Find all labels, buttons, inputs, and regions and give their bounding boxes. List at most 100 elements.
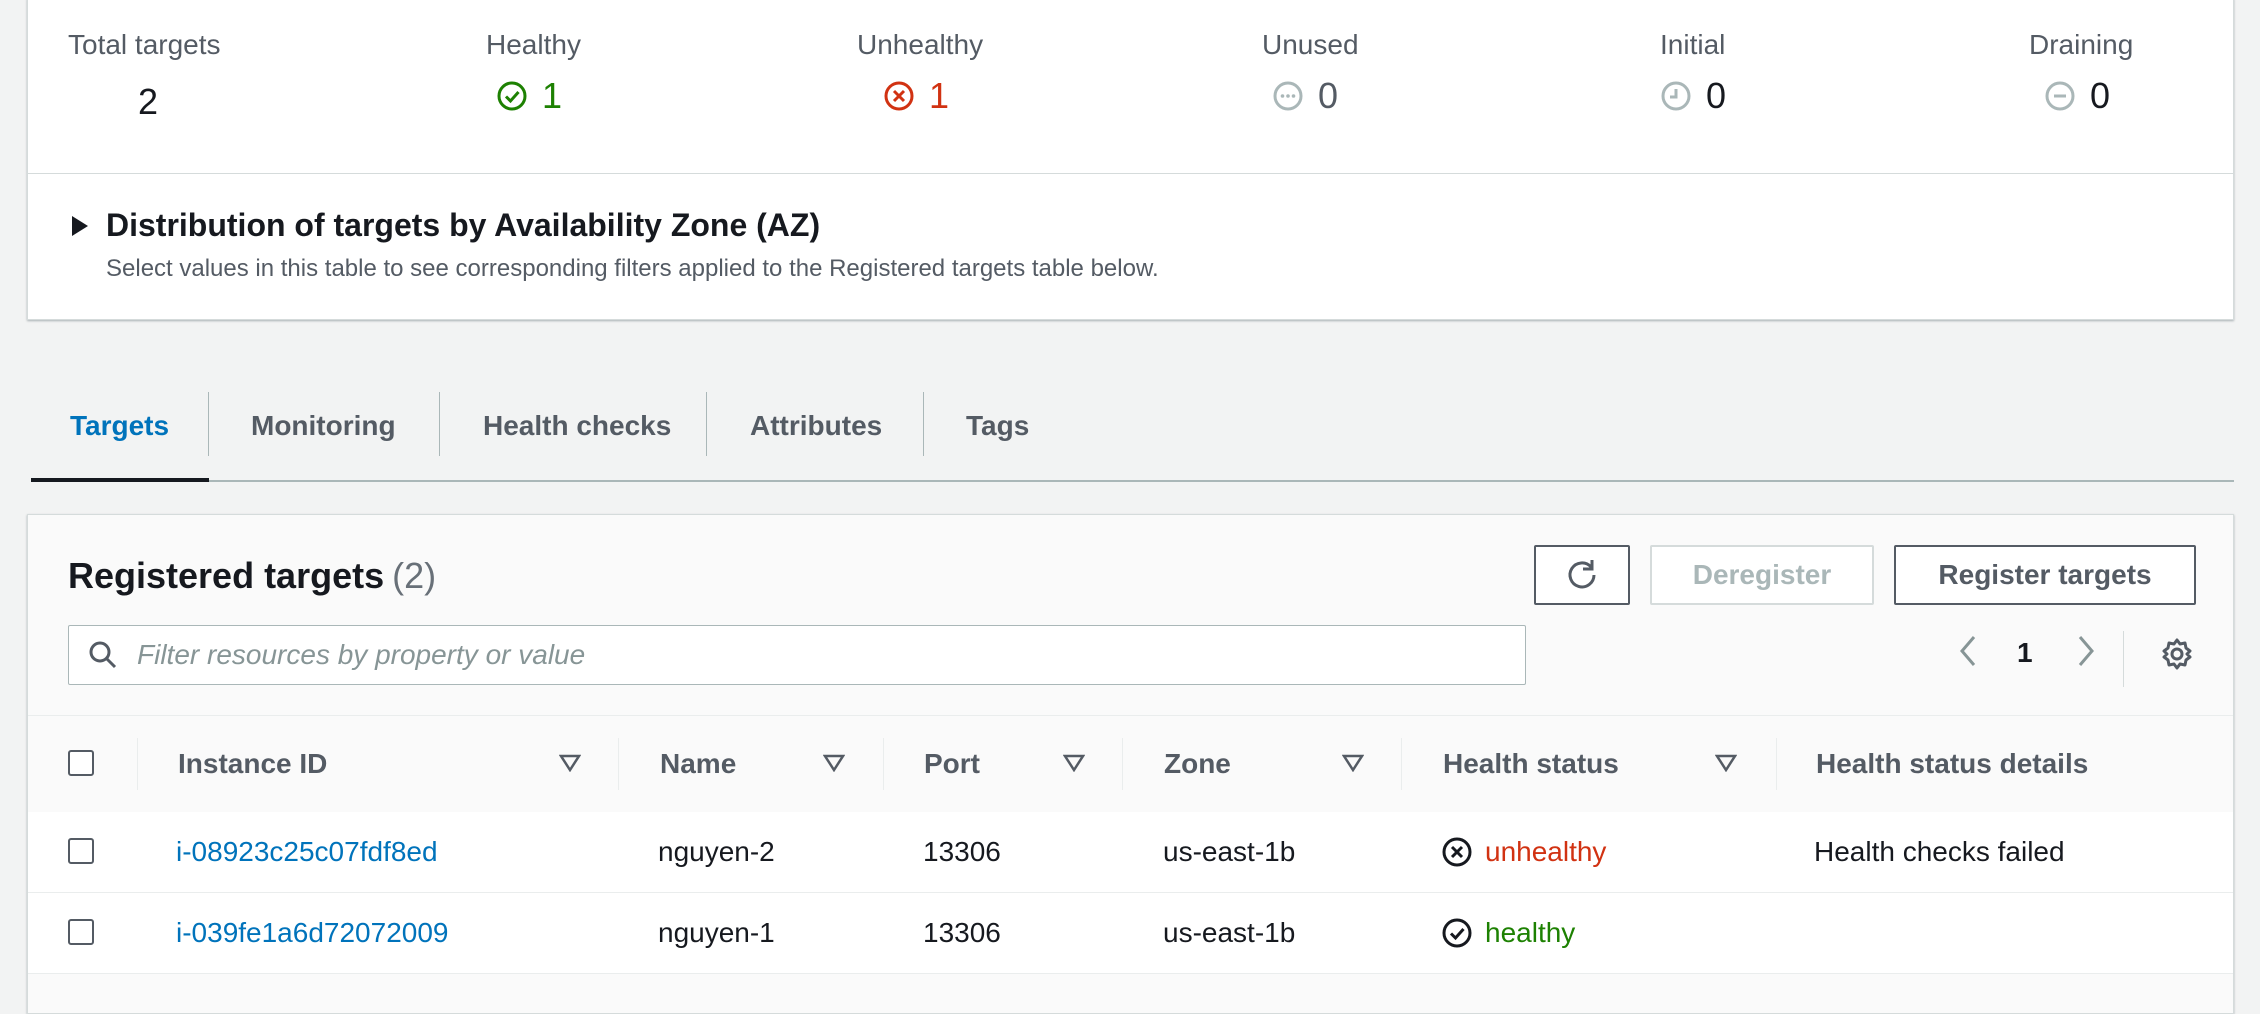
- instance-name: nguyen-1: [658, 917, 775, 948]
- refresh-icon: [1568, 560, 1596, 589]
- draining-value: 0: [2090, 75, 2111, 116]
- chevron-right-icon: [2078, 636, 2094, 666]
- healthy-metric: Healthy 1: [486, 29, 581, 117]
- tab-tags[interactable]: Tags: [966, 410, 1029, 442]
- column-header-zone[interactable]: Zone: [1164, 748, 1231, 780]
- row-checkbox[interactable]: [68, 838, 94, 864]
- caret-right-icon: [72, 215, 88, 236]
- tab-separator: [923, 392, 924, 456]
- initial-value: 0: [1706, 75, 1727, 116]
- page-number[interactable]: 1: [2017, 637, 2033, 669]
- health-status: healthy: [1441, 917, 1575, 949]
- unused-value: 0: [1318, 75, 1339, 116]
- table-row[interactable]: i-08923c25c07fdf8ed nguyen-2 13306 us-ea…: [28, 812, 2233, 893]
- unused-label: Unused: [1262, 29, 1359, 60]
- table-row[interactable]: i-039fe1a6d72072009 nguyen-1 13306 us-ea…: [28, 893, 2233, 974]
- tab-attributes[interactable]: Attributes: [750, 410, 882, 442]
- check-circle-icon: [1442, 918, 1472, 948]
- refresh-button[interactable]: [1534, 545, 1630, 605]
- unused-metric: Unused 0: [1262, 29, 1359, 117]
- unhealthy-value: 1: [929, 75, 950, 116]
- ellipsis-circle-icon: [1273, 81, 1303, 111]
- previous-page-button[interactable]: [1956, 633, 1980, 669]
- column-header-instance-id[interactable]: Instance ID: [178, 748, 327, 780]
- filter-input[interactable]: [135, 638, 1439, 672]
- target-summary-panel: Total targets 2 Healthy 1 Unhealthy 1 Un…: [27, 0, 2234, 320]
- healthy-value: 1: [542, 75, 563, 116]
- column-separator: [1122, 738, 1123, 790]
- instance-id-link[interactable]: i-039fe1a6d72072009: [176, 917, 448, 949]
- draining-value-row: 0: [2044, 75, 2133, 117]
- instance-zone: us-east-1b: [1163, 836, 1296, 867]
- instance-zone: us-east-1b: [1163, 917, 1296, 948]
- total-targets-value: 2: [138, 81, 159, 122]
- deregister-button[interactable]: Deregister: [1650, 545, 1874, 605]
- healthy-label: Healthy: [486, 29, 581, 60]
- initial-metric: Initial 0: [1660, 29, 1726, 117]
- column-separator: [883, 738, 884, 790]
- column-separator: [137, 738, 138, 790]
- preferences-button[interactable]: [2159, 636, 2195, 672]
- registered-targets-count: (2): [392, 555, 437, 596]
- instance-id-link[interactable]: i-08923c25c07fdf8ed: [176, 836, 438, 868]
- minus-circle-icon: [2045, 81, 2075, 111]
- draining-metric: Draining 0: [2029, 29, 2133, 117]
- select-all-checkbox[interactable]: [68, 750, 94, 776]
- tab-separator: [706, 392, 707, 456]
- instance-port: 13306: [923, 917, 1001, 948]
- column-separator: [1401, 738, 1402, 790]
- registered-targets-header: Registered targets (2): [68, 555, 436, 597]
- column-header-health-status[interactable]: Health status: [1443, 748, 1619, 780]
- draining-label: Draining: [2029, 29, 2134, 60]
- sort-icon[interactable]: [823, 754, 845, 772]
- summary-divider: [28, 173, 2233, 174]
- error-circle-icon: [1442, 837, 1472, 867]
- next-page-button[interactable]: [2074, 633, 2098, 669]
- unhealthy-metric: Unhealthy 1: [857, 29, 983, 117]
- sort-icon[interactable]: [559, 754, 581, 772]
- tabs-bar: Targets Monitoring Health checks Attribu…: [31, 370, 2234, 482]
- instance-port: 13306: [923, 836, 1001, 867]
- row-checkbox[interactable]: [68, 919, 94, 945]
- health-status-text: healthy: [1485, 917, 1576, 948]
- check-circle-icon: [497, 81, 527, 111]
- initial-label: Initial: [1660, 29, 1726, 60]
- az-distribution-description: Select values in this table to see corre…: [106, 255, 1159, 282]
- initial-value-row: 0: [1660, 75, 1726, 117]
- column-separator: [1776, 738, 1777, 790]
- tab-health-checks[interactable]: Health checks: [483, 410, 671, 442]
- tab-targets[interactable]: Targets: [70, 410, 169, 442]
- unused-value-row: 0: [1272, 75, 1359, 117]
- sort-icon[interactable]: [1063, 754, 1085, 772]
- total-targets-metric: Total targets 2: [68, 29, 221, 123]
- az-distribution-expander[interactable]: Distribution of targets by Availability …: [72, 207, 820, 244]
- tab-separator: [208, 392, 209, 456]
- column-header-name[interactable]: Name: [660, 748, 736, 780]
- filter-search-box[interactable]: [68, 625, 1526, 685]
- register-targets-button[interactable]: Register targets: [1894, 545, 2196, 605]
- pager-divider: [2123, 631, 2124, 687]
- tab-monitoring[interactable]: Monitoring: [251, 410, 396, 442]
- total-targets-label: Total targets: [68, 29, 221, 60]
- health-status-details: Health checks failed: [1814, 836, 2065, 867]
- clock-icon: [1661, 81, 1691, 111]
- table-header: Instance ID Name Port Zone Health status…: [28, 715, 2233, 813]
- error-circle-icon: [884, 81, 914, 111]
- registered-targets-title: Registered targets: [68, 555, 385, 596]
- health-status: unhealthy: [1441, 836, 1606, 868]
- column-header-port[interactable]: Port: [924, 748, 980, 780]
- registered-targets-panel: Registered targets (2) Deregister Registe…: [27, 514, 2234, 1014]
- healthy-value-row: 1: [496, 75, 581, 117]
- unhealthy-value-row: 1: [883, 75, 983, 117]
- tab-separator: [439, 392, 440, 456]
- instance-name: nguyen-2: [658, 836, 775, 867]
- sort-icon[interactable]: [1715, 754, 1737, 772]
- active-tab-indicator: [31, 478, 209, 482]
- unhealthy-label: Unhealthy: [857, 29, 984, 60]
- column-header-health-status-details[interactable]: Health status details: [1816, 748, 2088, 780]
- sort-icon[interactable]: [1342, 754, 1364, 772]
- health-status-text: unhealthy: [1485, 836, 1607, 867]
- search-icon: [89, 641, 117, 669]
- column-separator: [618, 738, 619, 790]
- chevron-left-icon: [1960, 636, 1976, 666]
